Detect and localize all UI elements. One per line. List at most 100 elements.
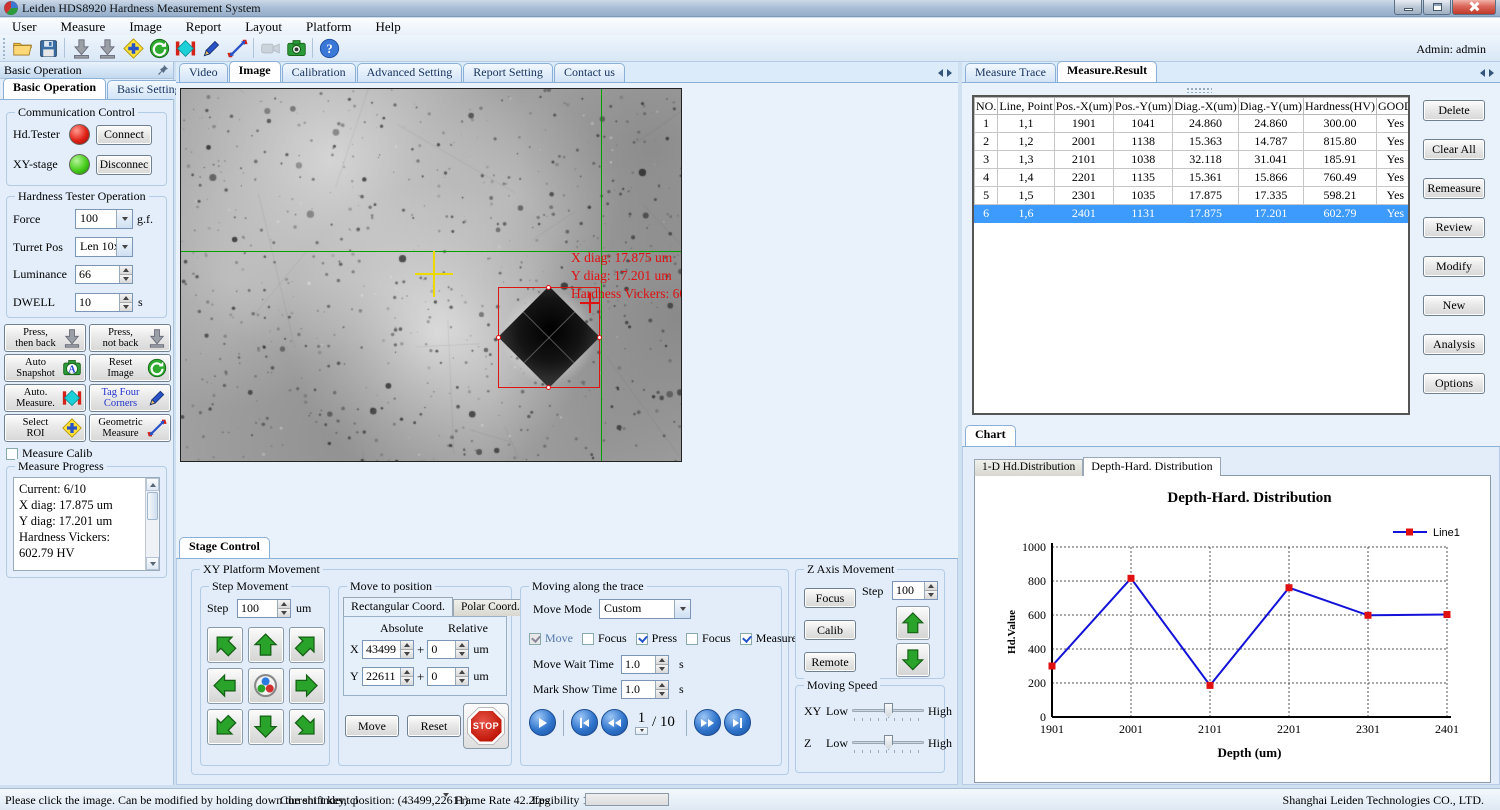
x-rel-down-icon[interactable] — [456, 649, 468, 658]
table-collapse-grip[interactable] — [1186, 87, 1212, 93]
menu-user[interactable]: User — [0, 19, 49, 35]
table-row-3[interactable]: 31,32101103832.11831.041185.91Yes — [975, 151, 1411, 169]
table-row-2[interactable]: 21,22001113815.36314.787815.80Yes — [975, 133, 1411, 151]
toolbar-open-file-button[interactable] — [9, 36, 35, 60]
dwell-up-icon[interactable] — [120, 294, 132, 302]
xy-speed-thumb[interactable] — [884, 703, 893, 718]
xy-center-button[interactable] — [248, 668, 284, 704]
press-not-back-button[interactable]: Press,not back — [89, 324, 171, 352]
z-step-up-icon[interactable] — [925, 582, 937, 590]
luminance-down-icon[interactable] — [120, 274, 132, 283]
new-button[interactable]: New — [1423, 295, 1485, 316]
tab-scroll-left-icon[interactable] — [938, 69, 943, 77]
move-w-button[interactable] — [207, 668, 243, 704]
toolbar-tag-corners-button[interactable] — [198, 36, 224, 60]
xy-speed-slider[interactable] — [852, 702, 924, 720]
y-rel-up-icon[interactable] — [456, 668, 468, 676]
move-nw-button[interactable] — [207, 627, 243, 663]
column-hardness-hv[interactable]: Hardness(HV) — [1304, 98, 1377, 115]
clear-all-button[interactable]: Clear All — [1423, 139, 1485, 160]
trace-focus-checkbox-3[interactable]: Focus — [686, 631, 731, 646]
step-down-icon[interactable] — [278, 608, 290, 617]
menu-report[interactable]: Report — [174, 19, 233, 35]
tab-scroll-right-icon[interactable] — [947, 69, 952, 77]
y-abs-down-icon[interactable] — [401, 676, 413, 685]
dwell-spinner[interactable]: 10 — [75, 293, 133, 312]
focus-button[interactable]: Focus — [804, 588, 856, 608]
tab-advanced-setting[interactable]: Advanced Setting — [357, 63, 463, 82]
toolbar-help-button[interactable]: ? — [316, 36, 342, 60]
menu-layout[interactable]: Layout — [233, 19, 294, 35]
toolbar-reset-image-button[interactable] — [146, 36, 172, 60]
scroll-thumb[interactable] — [147, 492, 158, 520]
toolbar-press-not-back-button[interactable] — [94, 36, 120, 60]
reset-button[interactable]: Reset — [407, 715, 461, 737]
move-ne-button[interactable] — [289, 627, 325, 663]
y-absolute-spinner[interactable]: 22611 — [362, 667, 414, 686]
move-mode-dropdown-icon[interactable] — [674, 600, 690, 618]
column-line-point[interactable]: Line, Point — [998, 98, 1054, 115]
dwell-down-icon[interactable] — [120, 302, 132, 311]
press-then-back-button[interactable]: Press,then back — [4, 324, 86, 352]
menu-image[interactable]: Image — [117, 19, 173, 35]
move-mode-select[interactable]: Custom — [599, 599, 691, 619]
toolbar-save-button[interactable] — [35, 36, 61, 60]
tab-calibration[interactable]: Calibration — [282, 63, 356, 82]
column-good[interactable]: GOOD — [1377, 98, 1410, 115]
maximize-button[interactable] — [1423, 0, 1451, 15]
x-abs-up-icon[interactable] — [401, 641, 413, 649]
step-spinner[interactable]: 100 — [237, 599, 291, 618]
review-button[interactable]: Review — [1423, 217, 1485, 238]
roi-handle-bottom[interactable] — [546, 385, 551, 390]
tag-four-corners-button[interactable]: Tag FourCorners — [89, 384, 171, 412]
x-abs-down-icon[interactable] — [401, 649, 413, 658]
x-absolute-spinner[interactable]: 43499 — [362, 640, 414, 659]
z-down-button[interactable] — [896, 643, 930, 677]
toolbar-geometric-measure-button[interactable] — [224, 36, 250, 60]
y-relative-spinner[interactable]: 0 — [427, 667, 469, 686]
y-abs-up-icon[interactable] — [401, 668, 413, 676]
toolbar-grip[interactable] — [2, 37, 7, 59]
toolbar-auto-measure-button[interactable] — [172, 36, 198, 60]
tab-basic-operation[interactable]: Basic Operation — [3, 78, 106, 99]
x-rel-up-icon[interactable] — [456, 641, 468, 649]
modify-button[interactable]: Modify — [1423, 256, 1485, 277]
toolbar-video-camera-button[interactable] — [257, 36, 283, 60]
pin-icon[interactable] — [157, 64, 169, 76]
tab-polar-coord[interactable]: Polar Coord. — [453, 599, 528, 616]
column-pos-y-um[interactable]: Pos.-Y(um) — [1114, 98, 1173, 115]
move-wait-spinner[interactable]: 1.0 — [621, 655, 669, 674]
previous-point-button[interactable] — [601, 709, 628, 736]
mark-up-icon[interactable] — [656, 681, 668, 689]
tab-chart[interactable]: Chart — [965, 425, 1016, 446]
tab-measure-result[interactable]: Measure.Result — [1057, 61, 1157, 82]
tab-measure-trace[interactable]: Measure Trace — [965, 63, 1056, 82]
force-dropdown-icon[interactable] — [116, 210, 132, 228]
scroll-up-icon[interactable] — [146, 478, 159, 491]
first-point-button[interactable] — [571, 709, 598, 736]
z-speed-slider[interactable] — [852, 734, 924, 752]
disconnect-button[interactable]: Disconnec — [96, 155, 152, 175]
z-speed-thumb[interactable] — [884, 735, 893, 750]
tab-rectangular-coord[interactable]: Rectangular Coord. — [343, 597, 453, 616]
table-row-5[interactable]: 51,52301103517.87517.335598.21Yes — [975, 187, 1411, 205]
y-rel-down-icon[interactable] — [456, 676, 468, 685]
reset-image-button[interactable]: ResetImage — [89, 354, 171, 382]
trace-move-checkbox-0[interactable]: Move — [529, 631, 573, 646]
auto-snapshot-button[interactable]: AutoSnapshotA — [4, 354, 86, 382]
auto-measure-button[interactable]: Auto.Measure. — [4, 384, 86, 412]
mark-show-spinner[interactable]: 1.0 — [621, 680, 669, 699]
move-sw-button[interactable] — [207, 709, 243, 745]
tab-scroll-left-icon[interactable] — [1480, 69, 1485, 77]
connect-button[interactable]: Connect — [96, 125, 152, 145]
toolbar-snapshot-camera-button[interactable] — [283, 36, 309, 60]
close-button[interactable] — [1452, 0, 1496, 15]
step-up-icon[interactable] — [278, 600, 290, 608]
analysis-button[interactable]: Analysis — [1423, 334, 1485, 355]
turret-select[interactable]: Len 10x — [75, 237, 133, 257]
mark-down-icon[interactable] — [656, 689, 668, 698]
options-button[interactable]: Options — [1423, 373, 1485, 394]
scroll-down-icon[interactable] — [146, 557, 159, 570]
indent-position-dropdown-icon[interactable] — [443, 797, 449, 810]
stop-button[interactable]: STOP — [463, 703, 509, 749]
